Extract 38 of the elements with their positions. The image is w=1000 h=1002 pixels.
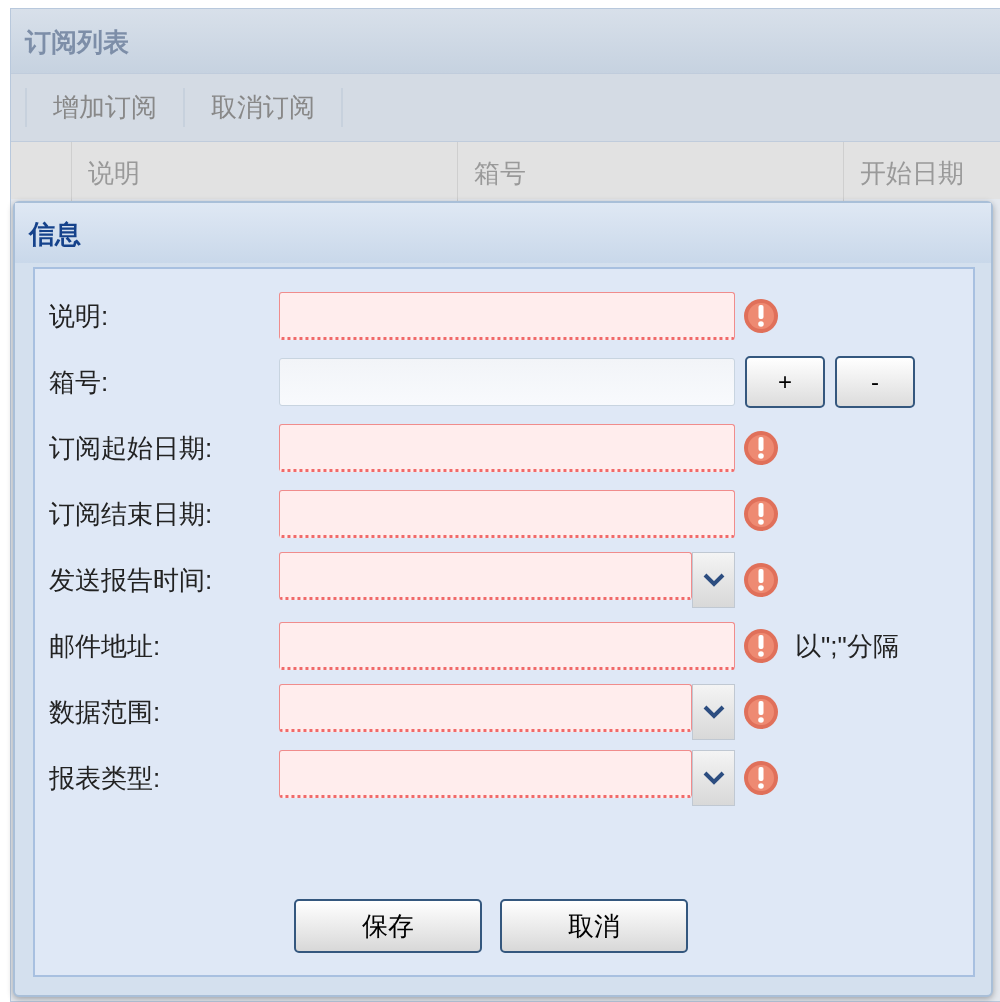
dialog-button[interactable]: 取消 <box>500 899 688 953</box>
field-label: 报表类型: <box>49 761 162 795</box>
combo-field[interactable] <box>279 552 692 600</box>
field-label: 箱号: <box>49 365 110 399</box>
dialog-title: 信息 <box>15 203 991 263</box>
chevron-down-icon <box>702 705 725 719</box>
field-hint: 以";"分隔 <box>795 629 899 663</box>
dialog-button[interactable]: 保存 <box>294 899 482 953</box>
input-field[interactable] <box>279 490 735 538</box>
box-button[interactable]: + <box>745 356 825 408</box>
chevron-down-icon <box>702 573 725 587</box>
combo-field[interactable] <box>279 750 692 798</box>
dropdown-button[interactable] <box>692 552 735 608</box>
chevron-down-icon <box>702 771 725 785</box>
input-field[interactable] <box>279 424 735 472</box>
field-label: 说明: <box>49 299 110 333</box>
field-label: 邮件地址: <box>49 629 162 663</box>
field-label: 发送报告时间: <box>49 563 214 597</box>
combo-field[interactable] <box>279 684 692 732</box>
field-label: 数据范围: <box>49 695 162 729</box>
toolbar-button[interactable]: 取消订阅 <box>183 88 343 127</box>
error-icon <box>743 430 779 466</box>
field-label: 订阅结束日期: <box>49 497 214 531</box>
error-icon <box>743 298 779 334</box>
field-label: 订阅起始日期: <box>49 431 214 465</box>
error-icon <box>743 694 779 730</box>
input-field[interactable] <box>279 358 735 406</box>
toolbar-button[interactable]: 增加订阅 <box>25 88 183 127</box>
error-icon <box>743 496 779 532</box>
box-button[interactable]: - <box>835 356 915 408</box>
dropdown-button[interactable] <box>692 684 735 740</box>
dropdown-button[interactable] <box>692 750 735 806</box>
input-field[interactable] <box>279 622 735 670</box>
error-icon <box>743 760 779 796</box>
error-icon <box>743 628 779 664</box>
input-field[interactable] <box>279 292 735 340</box>
panel-title: 订阅列表 <box>11 9 1000 73</box>
error-icon <box>743 562 779 598</box>
